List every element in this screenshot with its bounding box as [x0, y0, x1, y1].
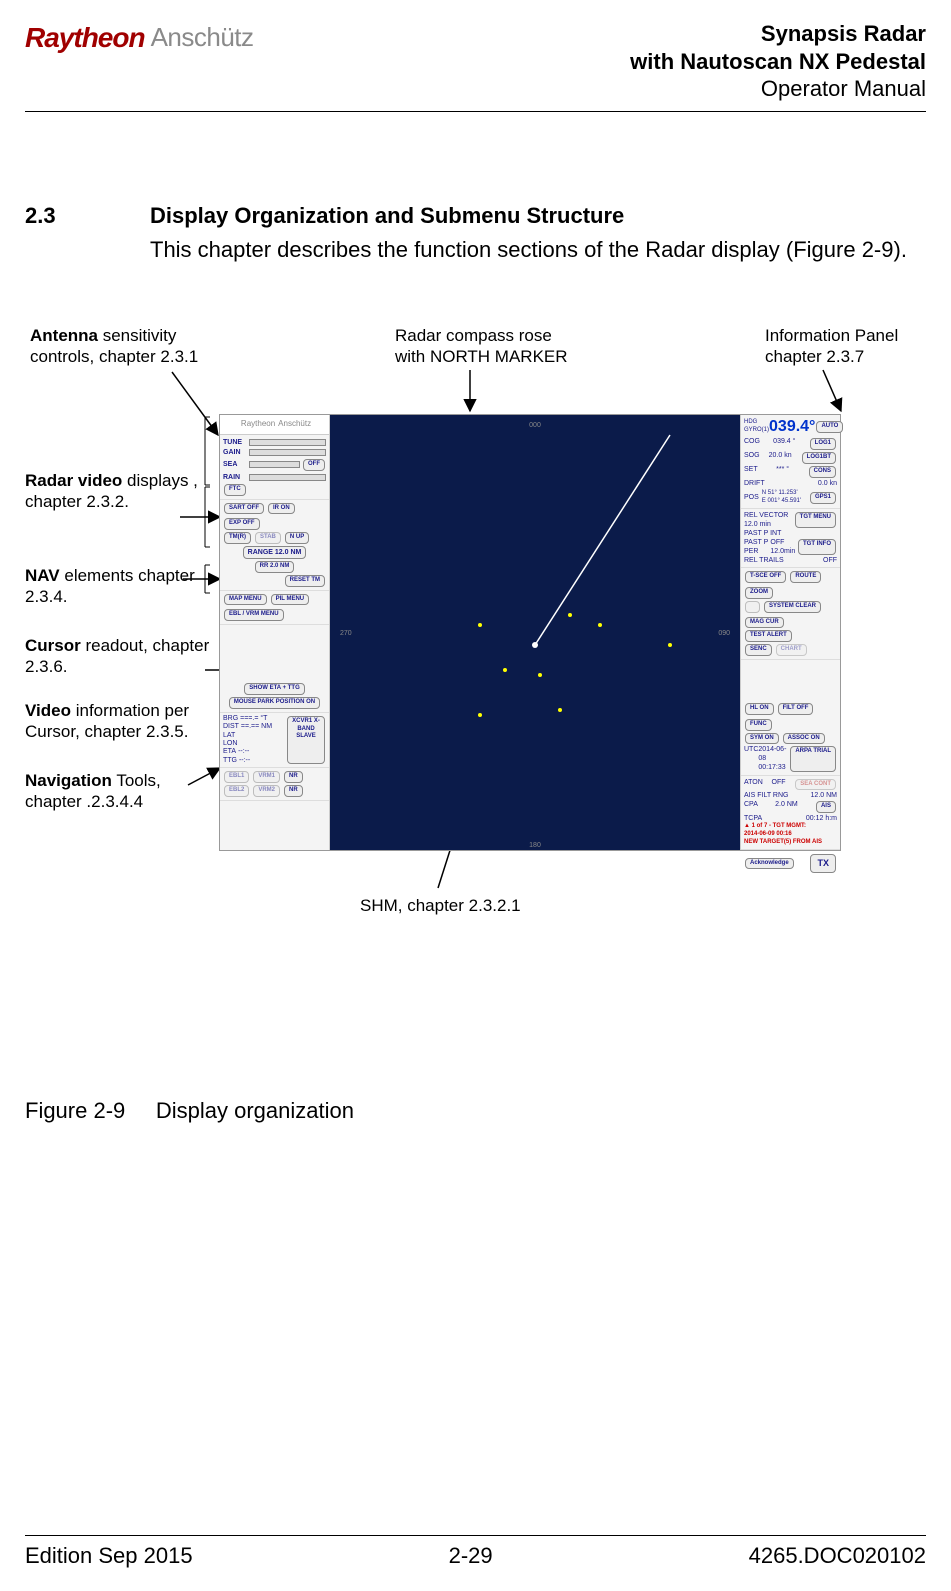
page-header: Raytheon Anschütz Synapsis Radar with Na…: [25, 20, 926, 103]
chart-btn[interactable]: CHART: [776, 644, 807, 656]
tsce-btn[interactable]: T-SCE OFF: [745, 571, 786, 583]
xcvr-btn[interactable]: XCVR1 X-BAND SLAVE: [287, 716, 325, 764]
auto-btn[interactable]: AUTO: [816, 421, 843, 433]
svg-text:180: 180: [529, 842, 541, 849]
sea-off-btn[interactable]: OFF: [303, 459, 325, 471]
doc-title-line1: Synapsis Radar: [630, 20, 926, 48]
video-controls: SART OFF IR ON EXP OFF TM(R) STAB N UP RANGE…: [220, 500, 329, 591]
section-heading: 2.3 Display Organization and Submenu Str…: [25, 202, 926, 231]
sea-cont-btn[interactable]: SEA CONT: [795, 779, 836, 791]
nup-btn[interactable]: N UP: [285, 532, 309, 544]
nr1-btn[interactable]: NR: [284, 771, 303, 783]
gps1-btn[interactable]: GPS1: [810, 492, 836, 504]
doc-title: Synapsis Radar with Nautoscan NX Pedesta…: [630, 20, 926, 103]
radar-screenshot: RaytheonAnschütz TUNE GAIN SEAOFF RAIN F…: [220, 415, 840, 850]
logo-raytheon: Raytheon: [25, 20, 145, 56]
radar-scope: 000 090 180 270: [330, 415, 740, 850]
footer-right: 4265.DOC020102: [749, 1542, 926, 1571]
mini-logo: RaytheonAnschütz: [220, 415, 329, 435]
vrm1-btn[interactable]: VRM1: [253, 771, 280, 783]
section-body: This chapter describes the function sect…: [150, 236, 926, 265]
show-eta-btn[interactable]: SHOW ETA + TTG: [244, 683, 305, 695]
radar-right-panel: HDG GYRO(1) 039.4° AUTO COG039.4 °LOG1 S…: [740, 415, 840, 850]
logo-anschutz: Anschütz: [151, 21, 254, 55]
svg-text:270: 270: [340, 630, 352, 637]
doc-title-line2: with Nautoscan NX Pedestal: [630, 48, 926, 76]
senc-btn[interactable]: SENC: [745, 644, 772, 656]
tgt-menu-btn[interactable]: TGT MENU: [795, 512, 836, 528]
sym-on-btn[interactable]: SYM ON: [745, 733, 779, 745]
system-clear-btn[interactable]: SYSTEM CLEAR: [764, 601, 821, 613]
radar-left-panel: RaytheonAnschütz TUNE GAIN SEAOFF RAIN F…: [220, 415, 330, 850]
vrm2-btn[interactable]: VRM2: [253, 785, 280, 797]
page-footer: Edition Sep 2015 2-29 4265.DOC020102: [25, 1535, 926, 1571]
nav-controls: MAP MENU PIL MENU EBL / VRM MENU: [220, 591, 329, 626]
section-title: Display Organization and Submenu Structu…: [150, 202, 624, 231]
header-divider: [25, 111, 926, 112]
rr-btn[interactable]: RR 2.0 NM: [255, 561, 295, 573]
hl-on-btn[interactable]: HL ON: [745, 703, 774, 715]
tmr-btn[interactable]: TM(R): [224, 532, 251, 544]
ebl1-btn[interactable]: EBL1: [224, 771, 249, 783]
svg-text:090: 090: [718, 630, 730, 637]
ir-btn[interactable]: IR ON: [268, 503, 295, 515]
reset-tm-btn[interactable]: RESET TM: [285, 575, 325, 587]
nr2-btn[interactable]: NR: [284, 785, 303, 797]
ftc-btn[interactable]: FTC: [224, 484, 246, 496]
map-menu-btn[interactable]: MAP MENU: [224, 594, 267, 606]
doc-title-line3: Operator Manual: [630, 75, 926, 103]
ebl-tools: EBL1 VRM1 NR EBL2 VRM2 NR: [220, 768, 329, 801]
log1-btn[interactable]: LOG1: [810, 438, 836, 450]
range-btn[interactable]: RANGE 12.0 NM: [243, 546, 307, 559]
arpa-btn[interactable]: ARPA TRIAL: [790, 746, 836, 771]
footer-divider: [25, 1535, 926, 1536]
footer-center: 2-29: [449, 1542, 493, 1571]
mouse-park-btn[interactable]: MOUSE PARK POSITION ON: [229, 697, 320, 709]
mag-cur-btn[interactable]: MAG CUR: [745, 617, 784, 629]
exp-btn[interactable]: EXP OFF: [224, 518, 260, 530]
cons-btn[interactable]: CONS: [809, 466, 836, 478]
filt-off-btn[interactable]: FILT OFF: [778, 703, 814, 715]
tx-btn[interactable]: TX: [810, 854, 836, 874]
footer-left: Edition Sep 2015: [25, 1542, 193, 1571]
ais-btn[interactable]: AIS: [816, 801, 836, 813]
cursor-controls: SHOW ETA + TTG MOUSE PARK POSITION ON: [220, 680, 329, 713]
zoom-btn[interactable]: ZOOM: [745, 587, 773, 599]
sart-btn[interactable]: SART OFF: [224, 503, 264, 515]
empty-btn[interactable]: [745, 601, 760, 613]
logo: Raytheon Anschütz: [25, 20, 254, 56]
section-number: 2.3: [25, 202, 150, 231]
figure-diagram: Antenna sensitivity controls, chapter 2.…: [25, 325, 926, 967]
ebl2-btn[interactable]: EBL2: [224, 785, 249, 797]
ack-btn[interactable]: Acknowledge: [745, 858, 794, 870]
func-btn[interactable]: FUNC: [745, 719, 772, 731]
log1bt-btn[interactable]: LOG1BT: [802, 452, 836, 464]
tgt-info-btn[interactable]: TGT INFO: [798, 539, 836, 555]
pil-menu-btn[interactable]: PIL MENU: [271, 594, 310, 606]
svg-text:000: 000: [529, 422, 541, 429]
ebl-vrm-btn[interactable]: EBL / VRM MENU: [224, 609, 284, 621]
sens-controls: TUNE GAIN SEAOFF RAIN FTC: [220, 435, 329, 500]
figure-caption: Figure 2-9 Display organization: [25, 1097, 926, 1126]
stab-btn[interactable]: STAB: [255, 532, 281, 544]
assoc-btn[interactable]: ASSOC ON: [783, 733, 825, 745]
video-info: BRG ===.= °T DIST ==.== NM LAT LON ETA -…: [220, 713, 329, 768]
test-alert-btn[interactable]: TEST ALERT: [745, 630, 792, 642]
route-btn[interactable]: ROUTE: [790, 571, 821, 583]
